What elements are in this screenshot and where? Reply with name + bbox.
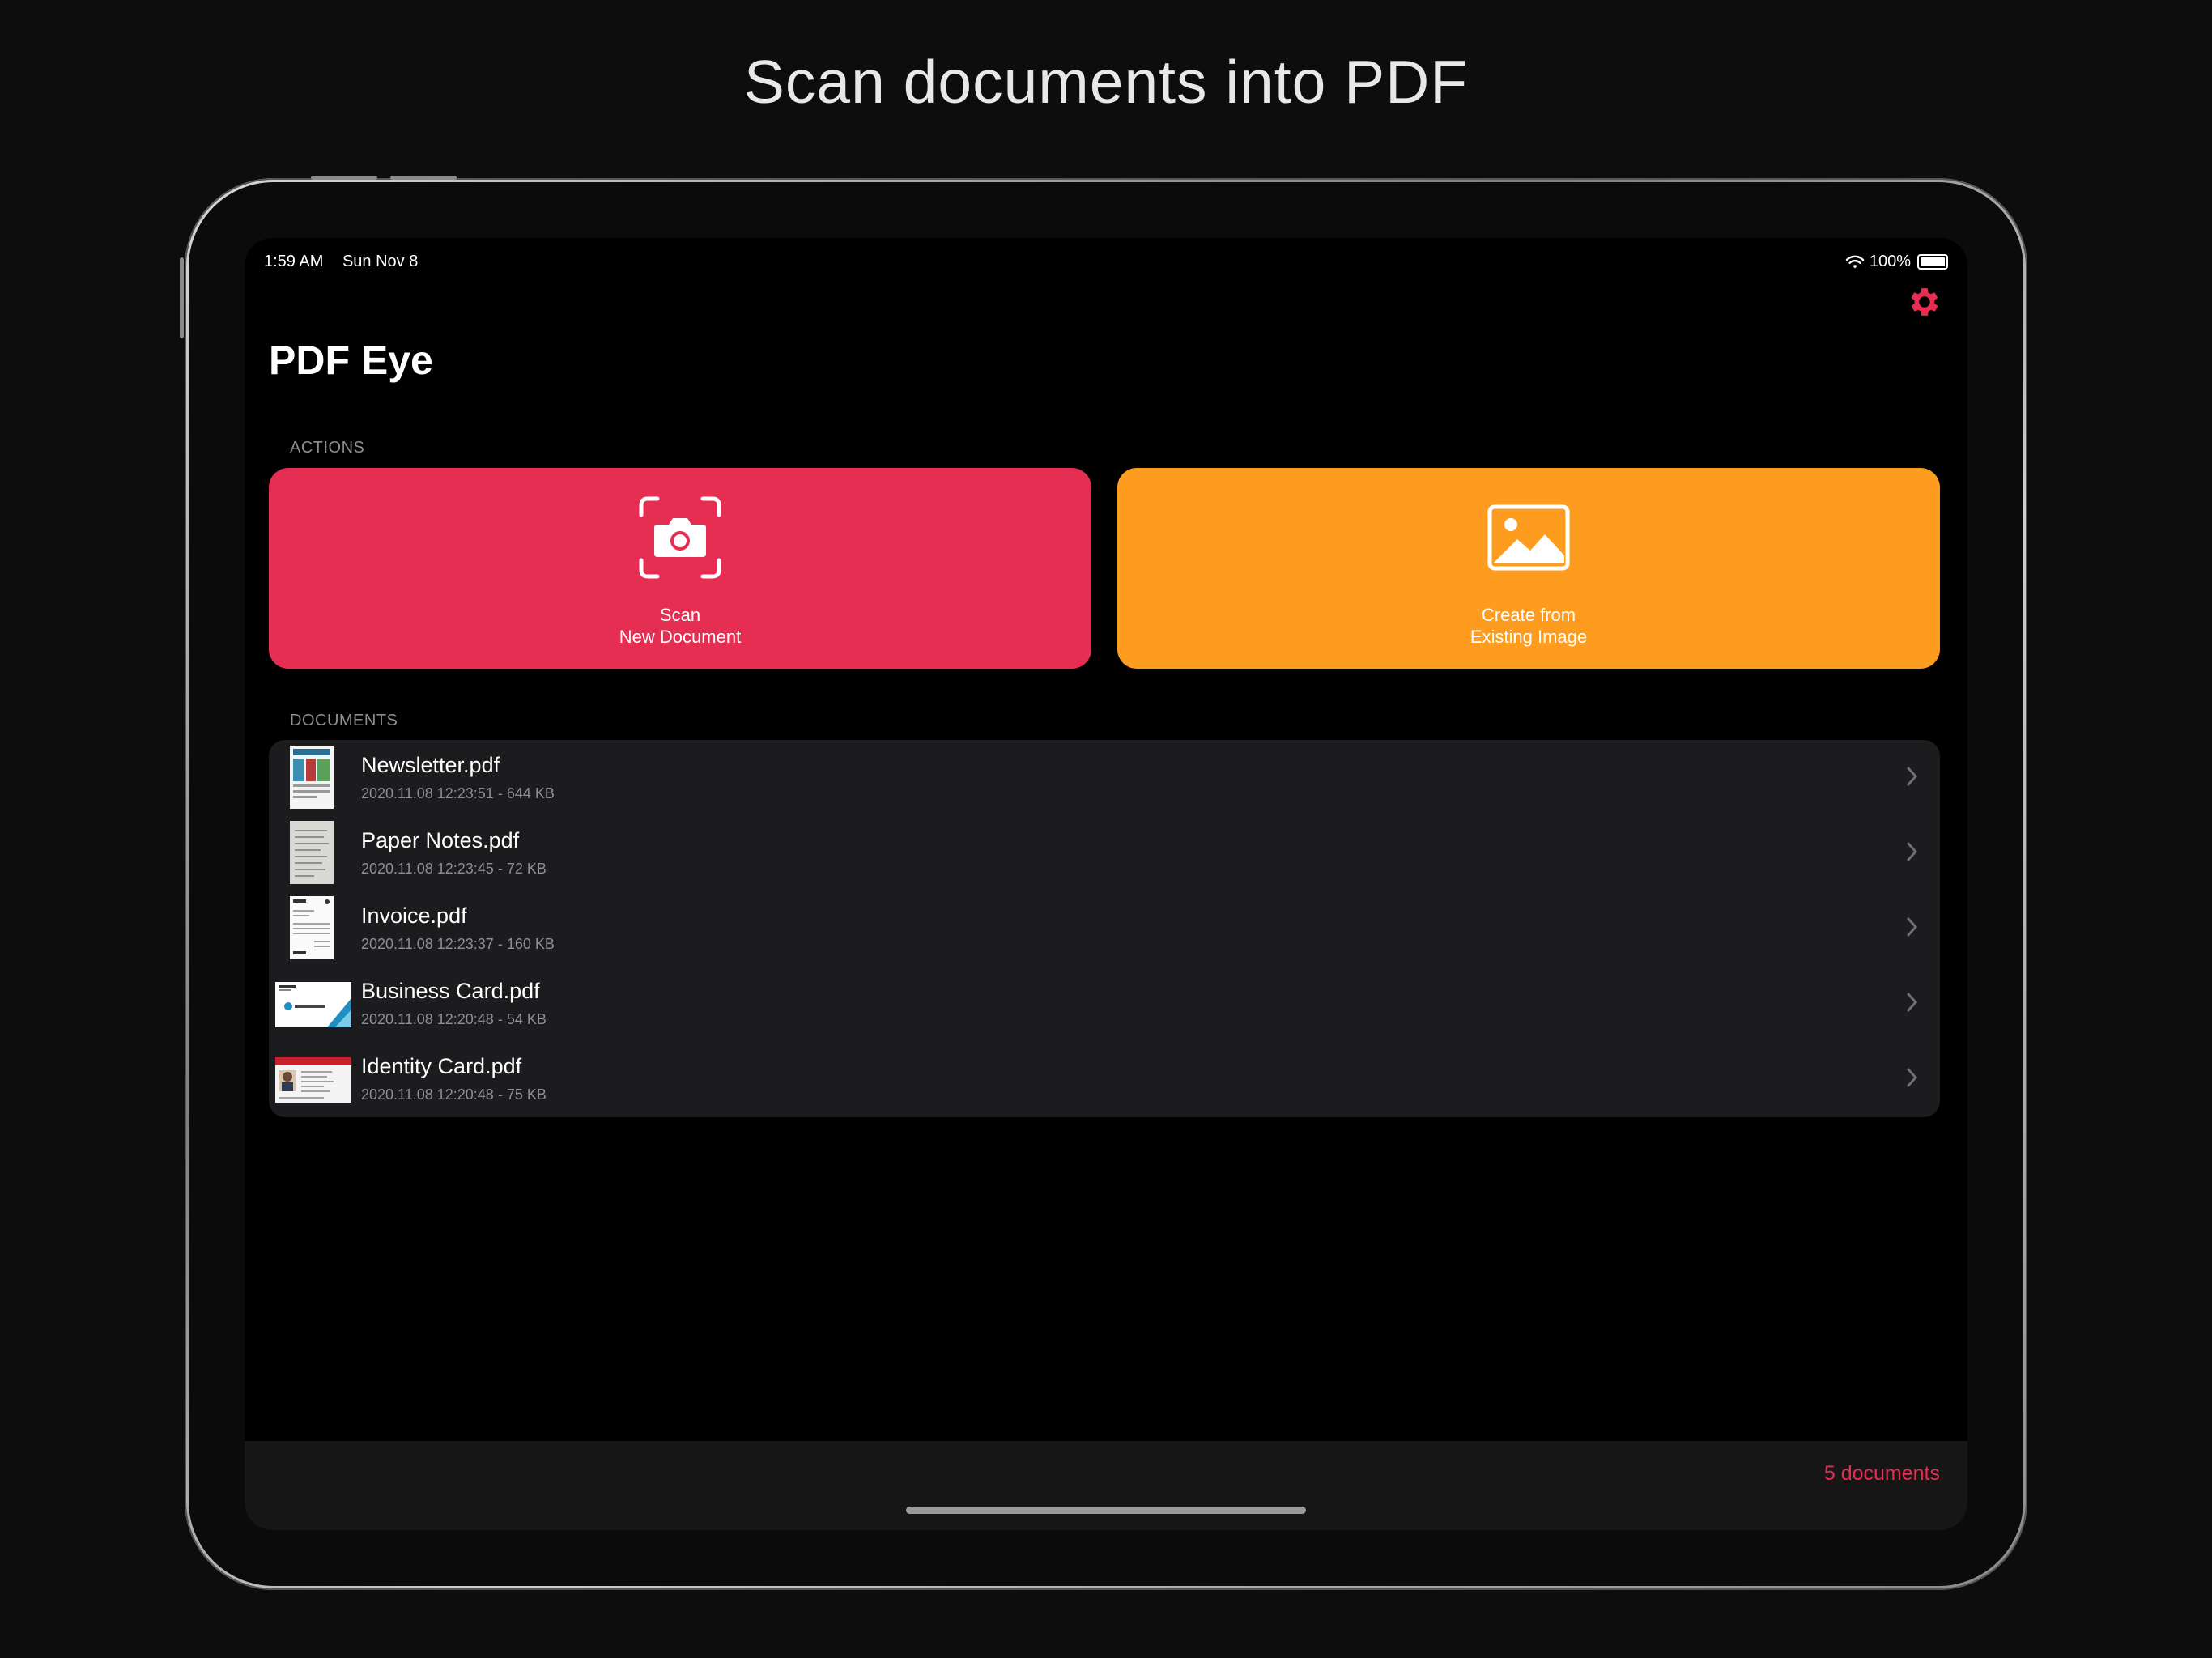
document-name: Business Card.pdf [361, 979, 540, 1003]
identity-card-thumbnail [275, 1057, 351, 1103]
scan-new-document-button[interactable]: Scan New Document [269, 468, 1091, 669]
list-item[interactable]: Invoice.pdf 2020.11.08 12:23:37 - 160 KB [269, 891, 1940, 966]
status-bar: 1:59 AM Sun Nov 8 100% [264, 246, 1948, 278]
paper-notes-thumbnail [290, 821, 334, 884]
document-name: Newsletter.pdf [361, 753, 500, 777]
battery-percent: 100% [1869, 253, 1911, 270]
document-meta: 2020.11.08 12:20:48 - 54 KB [361, 1011, 547, 1027]
document-name: Paper Notes.pdf [361, 828, 520, 852]
bottom-toolbar: 5 documents [245, 1441, 1967, 1530]
list-item[interactable]: Paper Notes.pdf 2020.11.08 12:23:45 - 72… [269, 815, 1940, 891]
status-time: 1:59 AM [264, 253, 324, 270]
photo-icon [1487, 504, 1570, 571]
image-label-line1: Create from [1481, 605, 1576, 625]
actions-header: ACTIONS [290, 439, 365, 457]
invoice-thumbnail [290, 896, 334, 959]
gear-icon[interactable] [1904, 283, 1942, 321]
chevron-right-icon [1907, 842, 1918, 861]
document-meta: 2020.11.08 12:23:37 - 160 KB [361, 936, 555, 952]
scan-label-line1: Scan [659, 605, 701, 625]
document-name: Invoice.pdf [361, 903, 467, 928]
documents-list: Newsletter.pdf 2020.11.08 12:23:51 - 644… [269, 740, 1940, 1117]
image-label-line2: Existing Image [1470, 627, 1588, 647]
list-item[interactable]: Identity Card.pdf 2020.11.08 12:20:48 - … [269, 1041, 1940, 1116]
ipad-screen: 1:59 AM Sun Nov 8 100% PDF Eye ACTIONS S… [245, 238, 1967, 1530]
camera-scan-icon [639, 496, 721, 579]
chevron-right-icon [1907, 767, 1918, 786]
newsletter-thumbnail [290, 746, 334, 809]
list-item[interactable]: Newsletter.pdf 2020.11.08 12:23:51 - 644… [269, 740, 1940, 815]
wifi-icon [1845, 255, 1865, 268]
volume-button [390, 176, 457, 180]
status-date: Sun Nov 8 [342, 253, 419, 270]
chevron-right-icon [1907, 917, 1918, 937]
battery-icon [1917, 254, 1948, 270]
scan-label-line2: New Document [619, 627, 742, 647]
document-count: 5 documents [1823, 1462, 1940, 1485]
page-title: PDF Eye [269, 338, 433, 383]
chevron-right-icon [1907, 993, 1918, 1012]
power-button [180, 257, 184, 338]
document-name: Identity Card.pdf [361, 1054, 522, 1078]
documents-header: DOCUMENTS [290, 712, 398, 729]
document-meta: 2020.11.08 12:20:48 - 75 KB [361, 1086, 547, 1103]
list-item[interactable]: Business Card.pdf 2020.11.08 12:20:48 - … [269, 966, 1940, 1041]
home-indicator[interactable] [906, 1507, 1306, 1514]
document-meta: 2020.11.08 12:23:45 - 72 KB [361, 861, 547, 877]
document-meta: 2020.11.08 12:23:51 - 644 KB [361, 785, 555, 801]
chevron-right-icon [1907, 1068, 1918, 1087]
business-card-thumbnail [275, 982, 351, 1027]
create-from-image-button[interactable]: Create from Existing Image [1117, 468, 1940, 669]
marketing-headline: Scan documents into PDF [743, 48, 1469, 116]
volume-button [311, 176, 377, 180]
